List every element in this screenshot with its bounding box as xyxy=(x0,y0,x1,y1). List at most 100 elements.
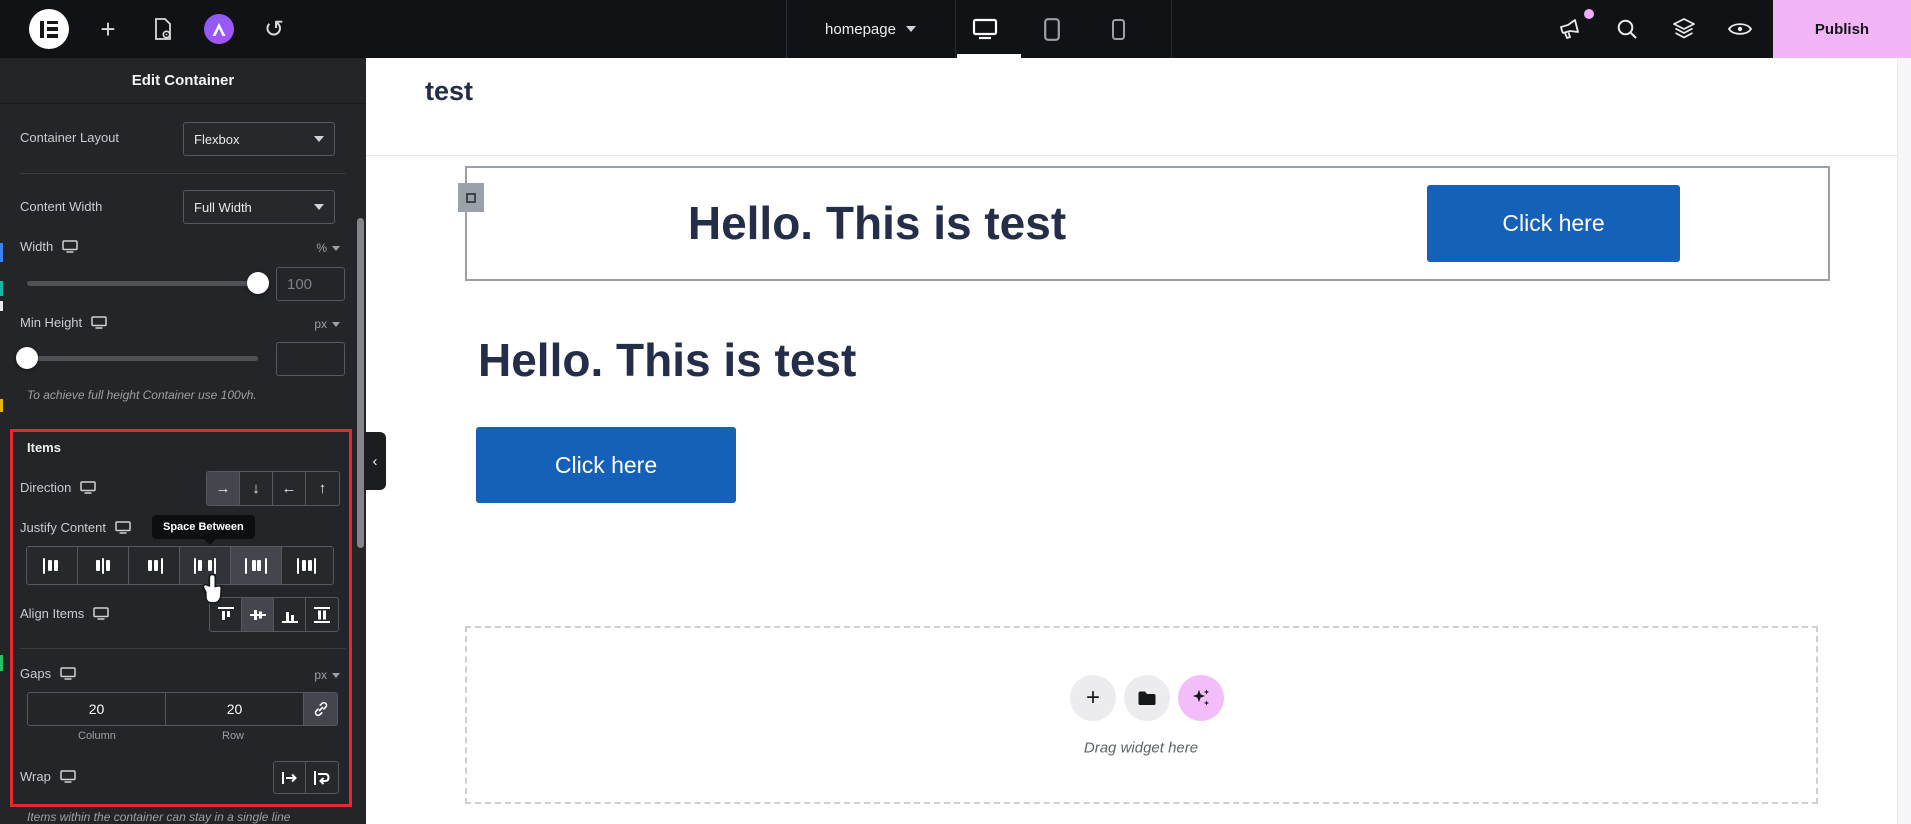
justify-end-button[interactable] xyxy=(129,547,180,584)
preview-button[interactable] xyxy=(1722,0,1758,58)
device-desktop-button[interactable] xyxy=(957,0,1013,58)
chevron-down-icon xyxy=(906,26,916,32)
width-label-row: Width xyxy=(20,239,78,254)
gap-row-input[interactable] xyxy=(166,693,303,725)
min-height-unit-select[interactable]: px xyxy=(314,317,340,331)
notification-dot xyxy=(1584,9,1594,19)
items-section-title: Items xyxy=(27,440,61,455)
add-widget-button[interactable]: + xyxy=(1070,675,1116,721)
align-start-button[interactable] xyxy=(210,598,242,631)
arrow-left-icon: ← xyxy=(282,480,297,497)
gap-column-label: Column xyxy=(78,730,116,742)
whats-new-button[interactable] xyxy=(1552,0,1588,58)
justify-content-label: Justify Content xyxy=(20,520,106,535)
publish-button[interactable]: Publish xyxy=(1773,0,1911,58)
gaps-unit-select[interactable]: px xyxy=(314,668,340,682)
min-height-slider-track[interactable] xyxy=(27,356,258,361)
edge-artifact xyxy=(0,655,3,671)
width-slider-handle[interactable] xyxy=(247,272,269,294)
wrap-icon xyxy=(313,770,331,786)
canvas-scrollbar[interactable] xyxy=(1897,58,1911,824)
page-settings-button[interactable] xyxy=(147,0,179,58)
align-end-button[interactable] xyxy=(274,598,306,631)
responsive-desktop-icon xyxy=(60,667,76,680)
min-height-slider-handle[interactable] xyxy=(16,347,38,369)
edge-artifact xyxy=(0,301,3,311)
panel-title: Edit Container xyxy=(132,72,235,89)
responsive-desktop-icon xyxy=(62,240,78,253)
chevron-down-icon xyxy=(332,673,340,678)
justify-start-button[interactable] xyxy=(27,547,78,584)
active-device-indicator xyxy=(957,54,1021,58)
structure-button[interactable] xyxy=(1666,0,1702,58)
device-mobile-button[interactable] xyxy=(1090,0,1146,58)
canvas-divider xyxy=(366,155,1897,156)
align-stretch-button[interactable] xyxy=(306,598,338,631)
height-note: To achieve full height Container use 100… xyxy=(27,388,257,402)
justify-space-evenly-button[interactable] xyxy=(282,547,333,584)
hero-button-label: Click here xyxy=(1502,210,1604,237)
layers-icon xyxy=(1672,17,1696,41)
gap-column-input[interactable] xyxy=(28,693,165,725)
elementor-logo[interactable] xyxy=(29,9,69,49)
direction-column-reverse-button[interactable]: ↑ xyxy=(306,472,339,505)
panel-collapse-button[interactable]: ‹ xyxy=(364,432,386,490)
top-toolbar: + ↺ homepage xyxy=(0,0,1911,58)
direction-column-button[interactable]: ↓ xyxy=(240,472,273,505)
width-slider-track[interactable] xyxy=(27,281,258,286)
edit-container-panel: Edit Container Container Layout Flexbox … xyxy=(0,58,366,824)
history-button[interactable]: ↺ xyxy=(258,0,290,58)
second-click-here-button[interactable]: Click here xyxy=(476,427,736,503)
width-unit-select[interactable]: % xyxy=(316,241,340,255)
justify-center-button[interactable] xyxy=(78,547,129,584)
responsive-desktop-icon xyxy=(60,770,76,783)
content-width-value: Full Width xyxy=(194,200,252,215)
wrap-label: Wrap xyxy=(20,769,51,784)
add-element-button[interactable]: + xyxy=(94,0,122,58)
panel-scrollbar[interactable] xyxy=(357,218,364,548)
hero-click-here-button[interactable]: Click here xyxy=(1427,185,1680,262)
edge-artifact xyxy=(0,399,3,412)
width-input[interactable] xyxy=(276,267,345,301)
content-width-label: Content Width xyxy=(20,199,102,214)
device-tablet-button[interactable] xyxy=(1024,0,1080,58)
gap-link-button[interactable] xyxy=(304,693,337,725)
container-layout-select[interactable]: Flexbox xyxy=(183,122,335,156)
wrap-nowrap-button[interactable] xyxy=(274,762,306,793)
justify-content-label-row: Justify Content xyxy=(20,520,131,535)
link-icon xyxy=(313,701,329,717)
desktop-icon xyxy=(972,18,998,40)
align-center-button[interactable] xyxy=(242,598,274,631)
arrow-right-icon: → xyxy=(216,480,231,497)
justify-space-around-button[interactable] xyxy=(231,547,282,584)
direction-label: Direction xyxy=(20,480,71,495)
min-height-label: Min Height xyxy=(20,315,82,330)
arrow-up-icon: ↑ xyxy=(319,480,327,497)
content-width-select[interactable]: Full Width xyxy=(183,190,335,224)
page-selector-dropdown[interactable]: homepage xyxy=(786,0,955,58)
ai-builder-button[interactable] xyxy=(1178,675,1224,721)
responsive-desktop-icon xyxy=(80,481,96,494)
align-items-label-row: Align Items xyxy=(20,606,109,621)
finder-search-button[interactable] xyxy=(1609,0,1645,58)
direction-row-button[interactable]: → xyxy=(207,472,240,505)
min-height-input[interactable] xyxy=(276,342,345,376)
ai-icon xyxy=(212,23,226,36)
wrap-wrap-button[interactable] xyxy=(306,762,338,793)
min-height-label-row: Min Height xyxy=(20,315,107,330)
align-stretch-icon xyxy=(313,607,331,623)
template-library-button[interactable] xyxy=(1124,675,1170,721)
ai-assistant-button[interactable] xyxy=(204,14,234,44)
align-end-icon xyxy=(281,607,299,623)
hero-heading[interactable]: Hello. This is test xyxy=(688,196,1066,250)
justify-space-between-button[interactable] xyxy=(180,547,231,584)
second-heading[interactable]: Hello. This is test xyxy=(478,333,856,387)
direction-row-reverse-button[interactable]: ← xyxy=(273,472,306,505)
gaps-label-row: Gaps xyxy=(20,666,76,681)
container-handle[interactable] xyxy=(458,183,484,212)
mobile-icon xyxy=(1112,19,1125,40)
align-start-icon xyxy=(217,607,235,623)
direction-button-group: → ↓ ← ↑ xyxy=(206,471,340,506)
gap-row-label: Row xyxy=(222,730,244,742)
width-unit: % xyxy=(316,241,327,255)
